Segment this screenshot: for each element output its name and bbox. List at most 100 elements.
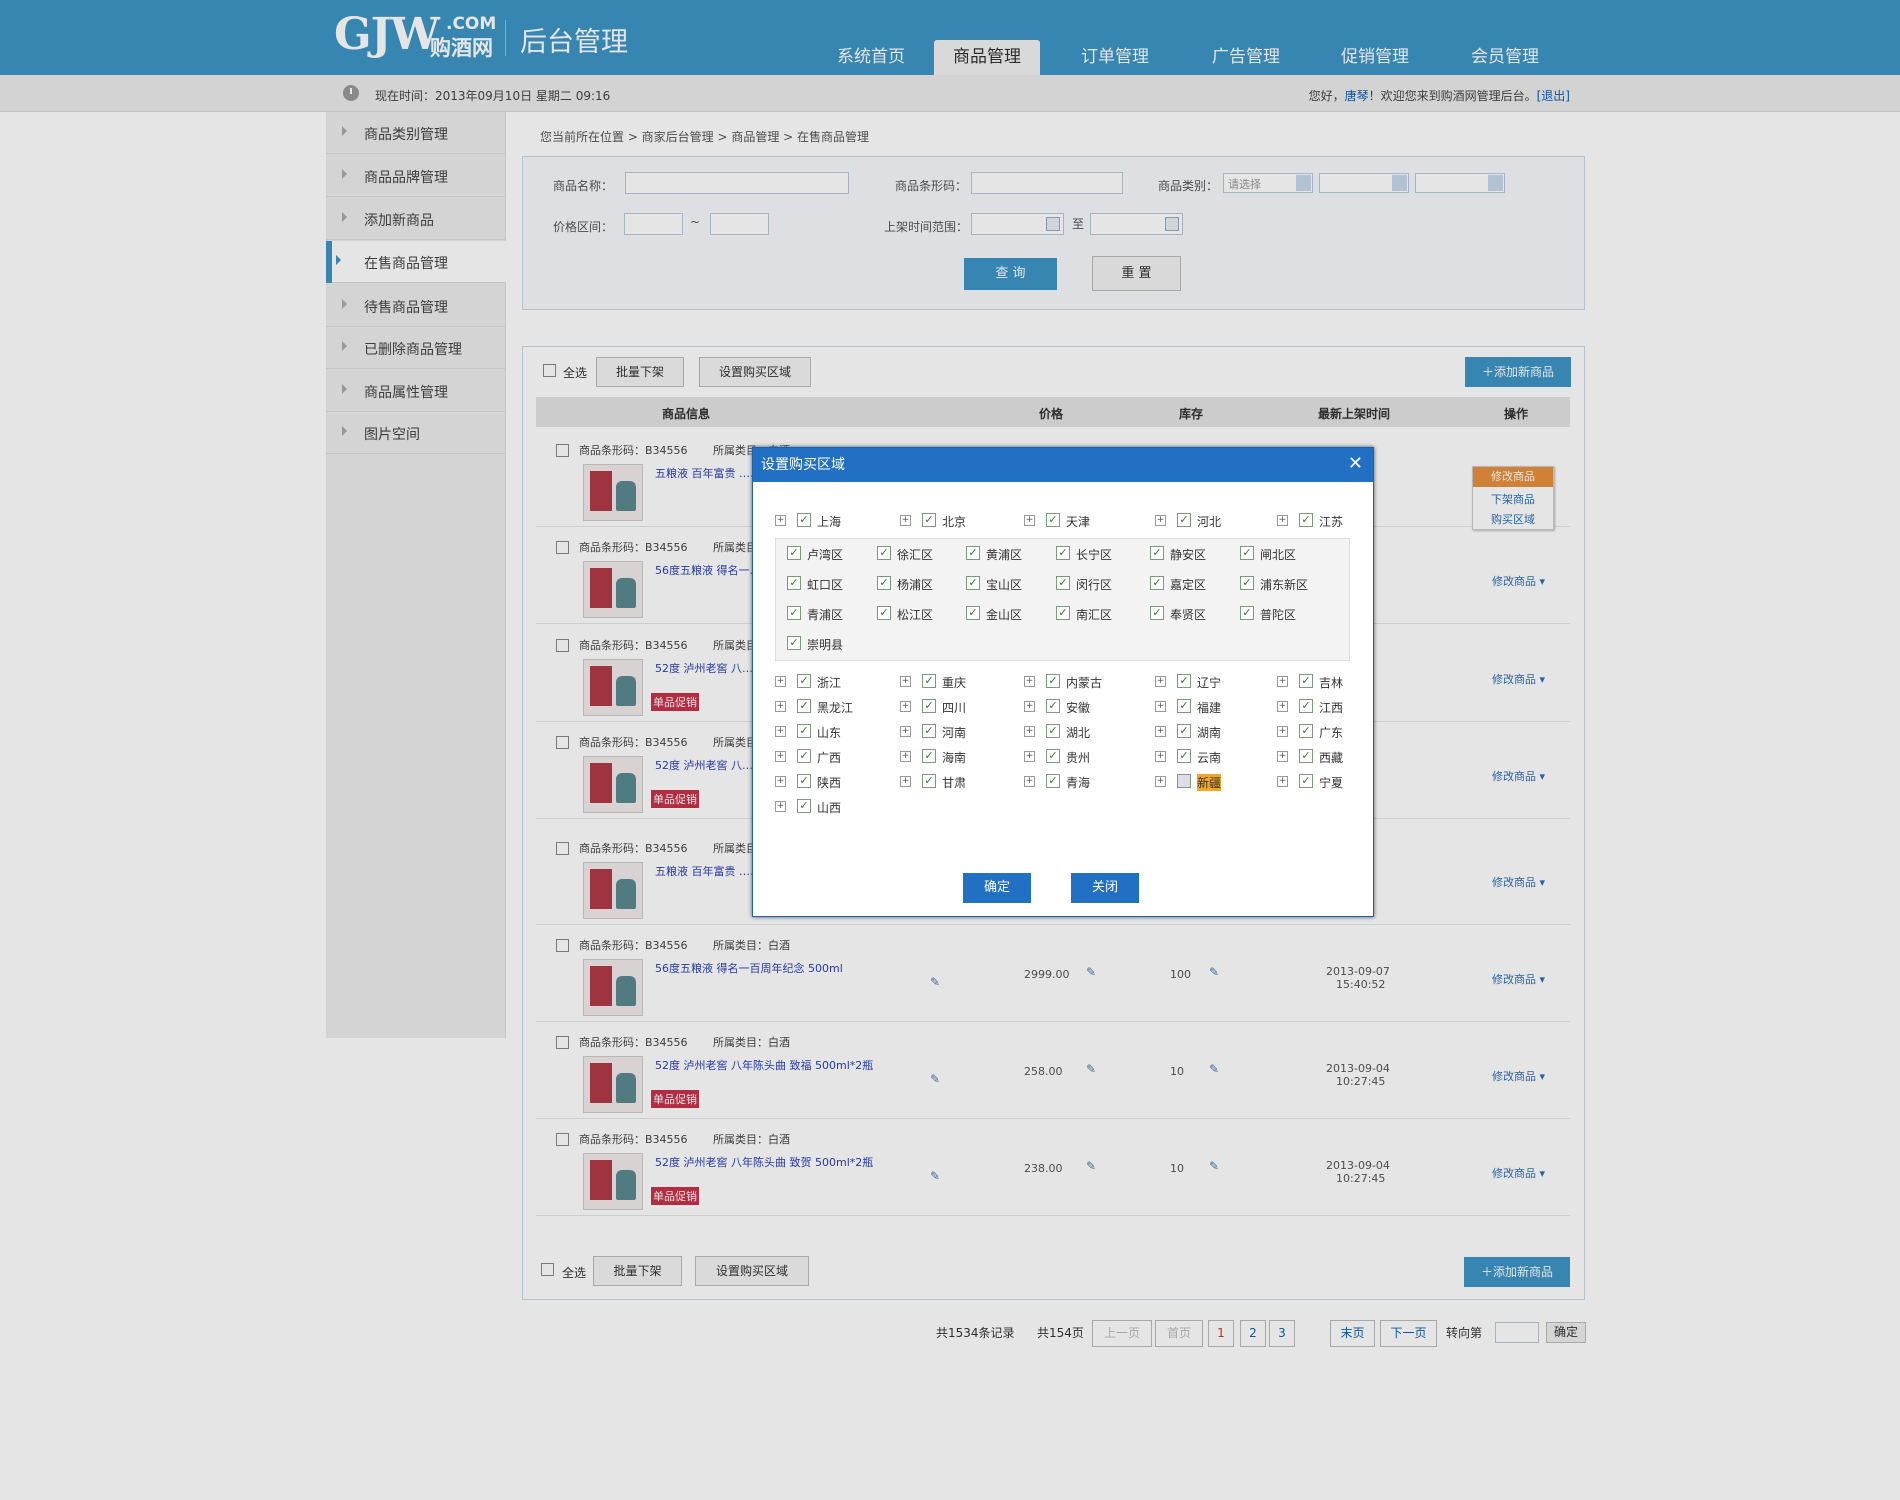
checkbox[interactable]: ✓ (877, 576, 891, 590)
district-label: 南汇区 (1076, 608, 1113, 622)
expand-icon[interactable]: + (1024, 676, 1035, 687)
checkbox[interactable]: ✓ (797, 513, 811, 527)
checkbox[interactable]: ✓ (1056, 576, 1070, 590)
checkbox[interactable]: ✓ (1240, 606, 1254, 620)
checkbox[interactable]: ✓ (797, 724, 811, 738)
checkbox[interactable]: ✓ (966, 606, 980, 620)
checkbox[interactable]: ✓ (1299, 513, 1313, 527)
checkbox[interactable]: ✓ (922, 513, 936, 527)
expand-icon[interactable]: + (1024, 776, 1035, 787)
checkbox[interactable]: ✓ (922, 724, 936, 738)
province-label: 山东 (817, 726, 842, 740)
province-label: 贵州 (1066, 751, 1091, 765)
expand-icon[interactable]: + (900, 726, 911, 737)
checkbox[interactable]: ✓ (797, 749, 811, 763)
expand-icon[interactable]: + (775, 776, 786, 787)
checkbox[interactable]: ✓ (1046, 724, 1060, 738)
checkbox[interactable]: ✓ (787, 636, 801, 650)
district-label: 卢湾区 (807, 548, 844, 562)
district-label: 浦东新区 (1260, 578, 1309, 592)
district-label: 闵行区 (1076, 578, 1113, 592)
checkbox[interactable]: ✓ (922, 749, 936, 763)
checkbox[interactable]: ✓ (797, 674, 811, 688)
checkbox[interactable]: ✓ (922, 674, 936, 688)
checkbox[interactable]: ✓ (922, 699, 936, 713)
checkbox[interactable] (1177, 774, 1191, 788)
checkbox[interactable]: ✓ (787, 576, 801, 590)
checkbox[interactable]: ✓ (1150, 606, 1164, 620)
expand-icon[interactable]: + (775, 515, 786, 526)
expand-icon[interactable]: + (775, 751, 786, 762)
expand-icon[interactable]: + (775, 726, 786, 737)
checkbox[interactable]: ✓ (1056, 546, 1070, 560)
expand-icon[interactable]: + (900, 515, 911, 526)
confirm-button[interactable]: 确定 (963, 873, 1031, 903)
expand-icon[interactable]: + (1277, 515, 1288, 526)
district-label: 宝山区 (986, 578, 1023, 592)
checkbox[interactable]: ✓ (877, 546, 891, 560)
expand-icon[interactable]: + (1277, 701, 1288, 712)
province-label: 新疆 (1197, 774, 1222, 791)
province-label: 云南 (1197, 751, 1222, 765)
checkbox[interactable]: ✓ (1299, 724, 1313, 738)
expand-icon[interactable]: + (1155, 751, 1166, 762)
expand-icon[interactable]: + (1277, 776, 1288, 787)
expand-icon[interactable]: + (900, 751, 911, 762)
close-icon[interactable]: ✕ (1348, 454, 1363, 474)
province-label: 重庆 (942, 676, 967, 690)
checkbox[interactable]: ✓ (797, 774, 811, 788)
checkbox[interactable]: ✓ (797, 699, 811, 713)
expand-icon[interactable]: + (1024, 701, 1035, 712)
expand-icon[interactable]: + (775, 701, 786, 712)
district-label: 徐汇区 (897, 548, 934, 562)
checkbox[interactable]: ✓ (1150, 546, 1164, 560)
checkbox[interactable]: ✓ (1240, 546, 1254, 560)
checkbox[interactable]: ✓ (1046, 699, 1060, 713)
close-button[interactable]: 关闭 (1071, 873, 1139, 903)
expand-icon[interactable]: + (900, 776, 911, 787)
expand-icon[interactable]: + (1155, 515, 1166, 526)
checkbox[interactable]: ✓ (966, 576, 980, 590)
province-label: 湖北 (1066, 726, 1091, 740)
checkbox[interactable]: ✓ (1299, 774, 1313, 788)
checkbox[interactable]: ✓ (1046, 674, 1060, 688)
expand-icon[interactable]: + (1277, 676, 1288, 687)
expand-icon[interactable]: + (1277, 726, 1288, 737)
expand-icon[interactable]: + (775, 801, 786, 812)
checkbox[interactable]: ✓ (787, 546, 801, 560)
checkbox[interactable]: ✓ (797, 799, 811, 813)
expand-icon[interactable]: + (1155, 776, 1166, 787)
checkbox[interactable]: ✓ (966, 546, 980, 560)
checkbox[interactable]: ✓ (1177, 699, 1191, 713)
region-label: 河北 (1197, 515, 1222, 529)
expand-icon[interactable]: + (1024, 515, 1035, 526)
checkbox[interactable]: ✓ (1177, 724, 1191, 738)
province-label: 福建 (1197, 701, 1222, 715)
checkbox[interactable]: ✓ (1056, 606, 1070, 620)
expand-icon[interactable]: + (1155, 726, 1166, 737)
checkbox[interactable]: ✓ (1240, 576, 1254, 590)
checkbox[interactable]: ✓ (1177, 749, 1191, 763)
checkbox[interactable]: ✓ (1299, 699, 1313, 713)
checkbox[interactable]: ✓ (1177, 513, 1191, 527)
expand-icon[interactable]: + (900, 676, 911, 687)
checkbox[interactable]: ✓ (1046, 774, 1060, 788)
expand-icon[interactable]: + (1155, 701, 1166, 712)
expand-icon[interactable]: + (1277, 751, 1288, 762)
expand-icon[interactable]: + (1024, 726, 1035, 737)
checkbox[interactable]: ✓ (1046, 749, 1060, 763)
checkbox[interactable]: ✓ (922, 774, 936, 788)
checkbox[interactable]: ✓ (877, 606, 891, 620)
checkbox[interactable]: ✓ (1299, 674, 1313, 688)
expand-icon[interactable]: + (775, 676, 786, 687)
expand-icon[interactable]: + (1155, 676, 1166, 687)
checkbox[interactable]: ✓ (1299, 749, 1313, 763)
expand-icon[interactable]: + (900, 701, 911, 712)
checkbox[interactable]: ✓ (1177, 674, 1191, 688)
expand-icon[interactable]: + (1024, 751, 1035, 762)
checkbox[interactable]: ✓ (1150, 576, 1164, 590)
checkbox[interactable]: ✓ (1046, 513, 1060, 527)
district-label: 普陀区 (1260, 608, 1297, 622)
province-label: 甘肃 (942, 776, 967, 790)
checkbox[interactable]: ✓ (787, 606, 801, 620)
